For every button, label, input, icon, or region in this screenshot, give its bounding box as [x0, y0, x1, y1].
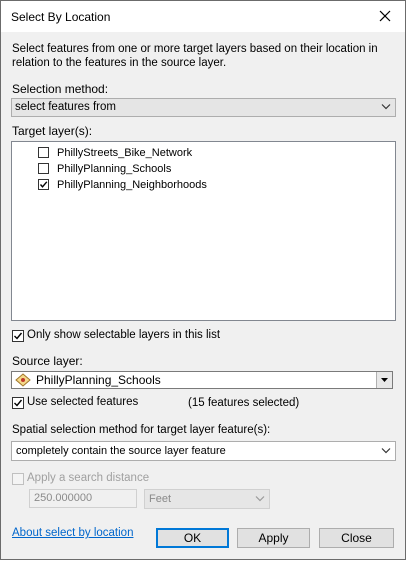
source-layer-dropdown[interactable]: PhillyPlanning_Schools	[11, 371, 393, 389]
target-layer-checkbox[interactable]	[38, 163, 49, 174]
selection-method-label: Selection method:	[12, 82, 109, 96]
use-selected-label: Use selected features	[27, 396, 139, 408]
close-icon	[379, 10, 391, 22]
selected-count-text: (15 features selected)	[188, 397, 300, 409]
selection-method-dropdown[interactable]: select features from	[11, 98, 396, 117]
search-distance-label: Apply a search distance	[27, 472, 150, 484]
checkmark-icon	[14, 399, 23, 407]
dropdown-arrow-icon	[381, 378, 388, 382]
title-bar: Select By Location	[1, 1, 405, 32]
close-window-button[interactable]	[373, 4, 397, 28]
only-selectable-label: Only show selectable layers in this list	[27, 329, 221, 341]
window-title: Select By Location	[11, 10, 111, 24]
checkmark-icon	[14, 332, 23, 340]
target-layer-checkbox[interactable]	[38, 147, 49, 158]
point-layer-icon	[15, 373, 31, 387]
use-selected-option[interactable]: Use selected features	[12, 396, 172, 410]
about-select-by-location-link[interactable]: About select by location	[12, 527, 133, 539]
chevron-down-icon	[255, 496, 265, 502]
select-by-location-dialog: Select By Location Select features from …	[0, 0, 406, 560]
search-distance-input[interactable]: 250.000000	[29, 489, 137, 508]
use-selected-checkbox[interactable]	[12, 397, 24, 409]
spatial-method-label: Spatial selection method for target laye…	[12, 424, 271, 436]
close-button[interactable]: Close	[319, 528, 394, 548]
selection-method-value: select features from	[15, 101, 116, 113]
target-layers-label: Target layer(s):	[12, 124, 93, 138]
source-layer-dropdown-button[interactable]	[376, 372, 392, 388]
target-layer-label: PhillyPlanning_Neighborhoods	[57, 179, 207, 191]
target-layer-label: PhillyPlanning_Schools	[57, 163, 172, 175]
checkmark-icon	[39, 181, 48, 188]
search-distance-option[interactable]: Apply a search distance	[12, 472, 172, 486]
ok-button[interactable]: OK	[156, 528, 229, 548]
target-layer-checkbox[interactable]	[38, 179, 49, 190]
only-selectable-option[interactable]: Only show selectable layers in this list	[12, 329, 232, 343]
search-distance-value: 250.000000	[34, 492, 93, 504]
source-layer-label: Source layer:	[12, 354, 83, 368]
distance-unit-value: Feet	[149, 493, 172, 505]
target-layers-list[interactable]: PhillyStreets_Bike_Network PhillyPlannin…	[11, 141, 396, 321]
only-selectable-checkbox[interactable]	[12, 330, 24, 342]
target-layer-label: PhillyStreets_Bike_Network	[57, 147, 193, 159]
chevron-down-icon	[381, 104, 391, 110]
source-layer-value: PhillyPlanning_Schools	[36, 373, 161, 387]
spatial-method-dropdown[interactable]: completely contain the source layer feat…	[11, 441, 396, 461]
search-distance-checkbox[interactable]	[12, 473, 24, 485]
chevron-down-icon	[381, 448, 391, 454]
description-text: Select features from one or more target …	[12, 43, 378, 69]
apply-button[interactable]: Apply	[237, 528, 310, 548]
distance-unit-dropdown[interactable]: Feet	[144, 489, 270, 509]
spatial-method-value: completely contain the source layer feat…	[16, 445, 226, 457]
